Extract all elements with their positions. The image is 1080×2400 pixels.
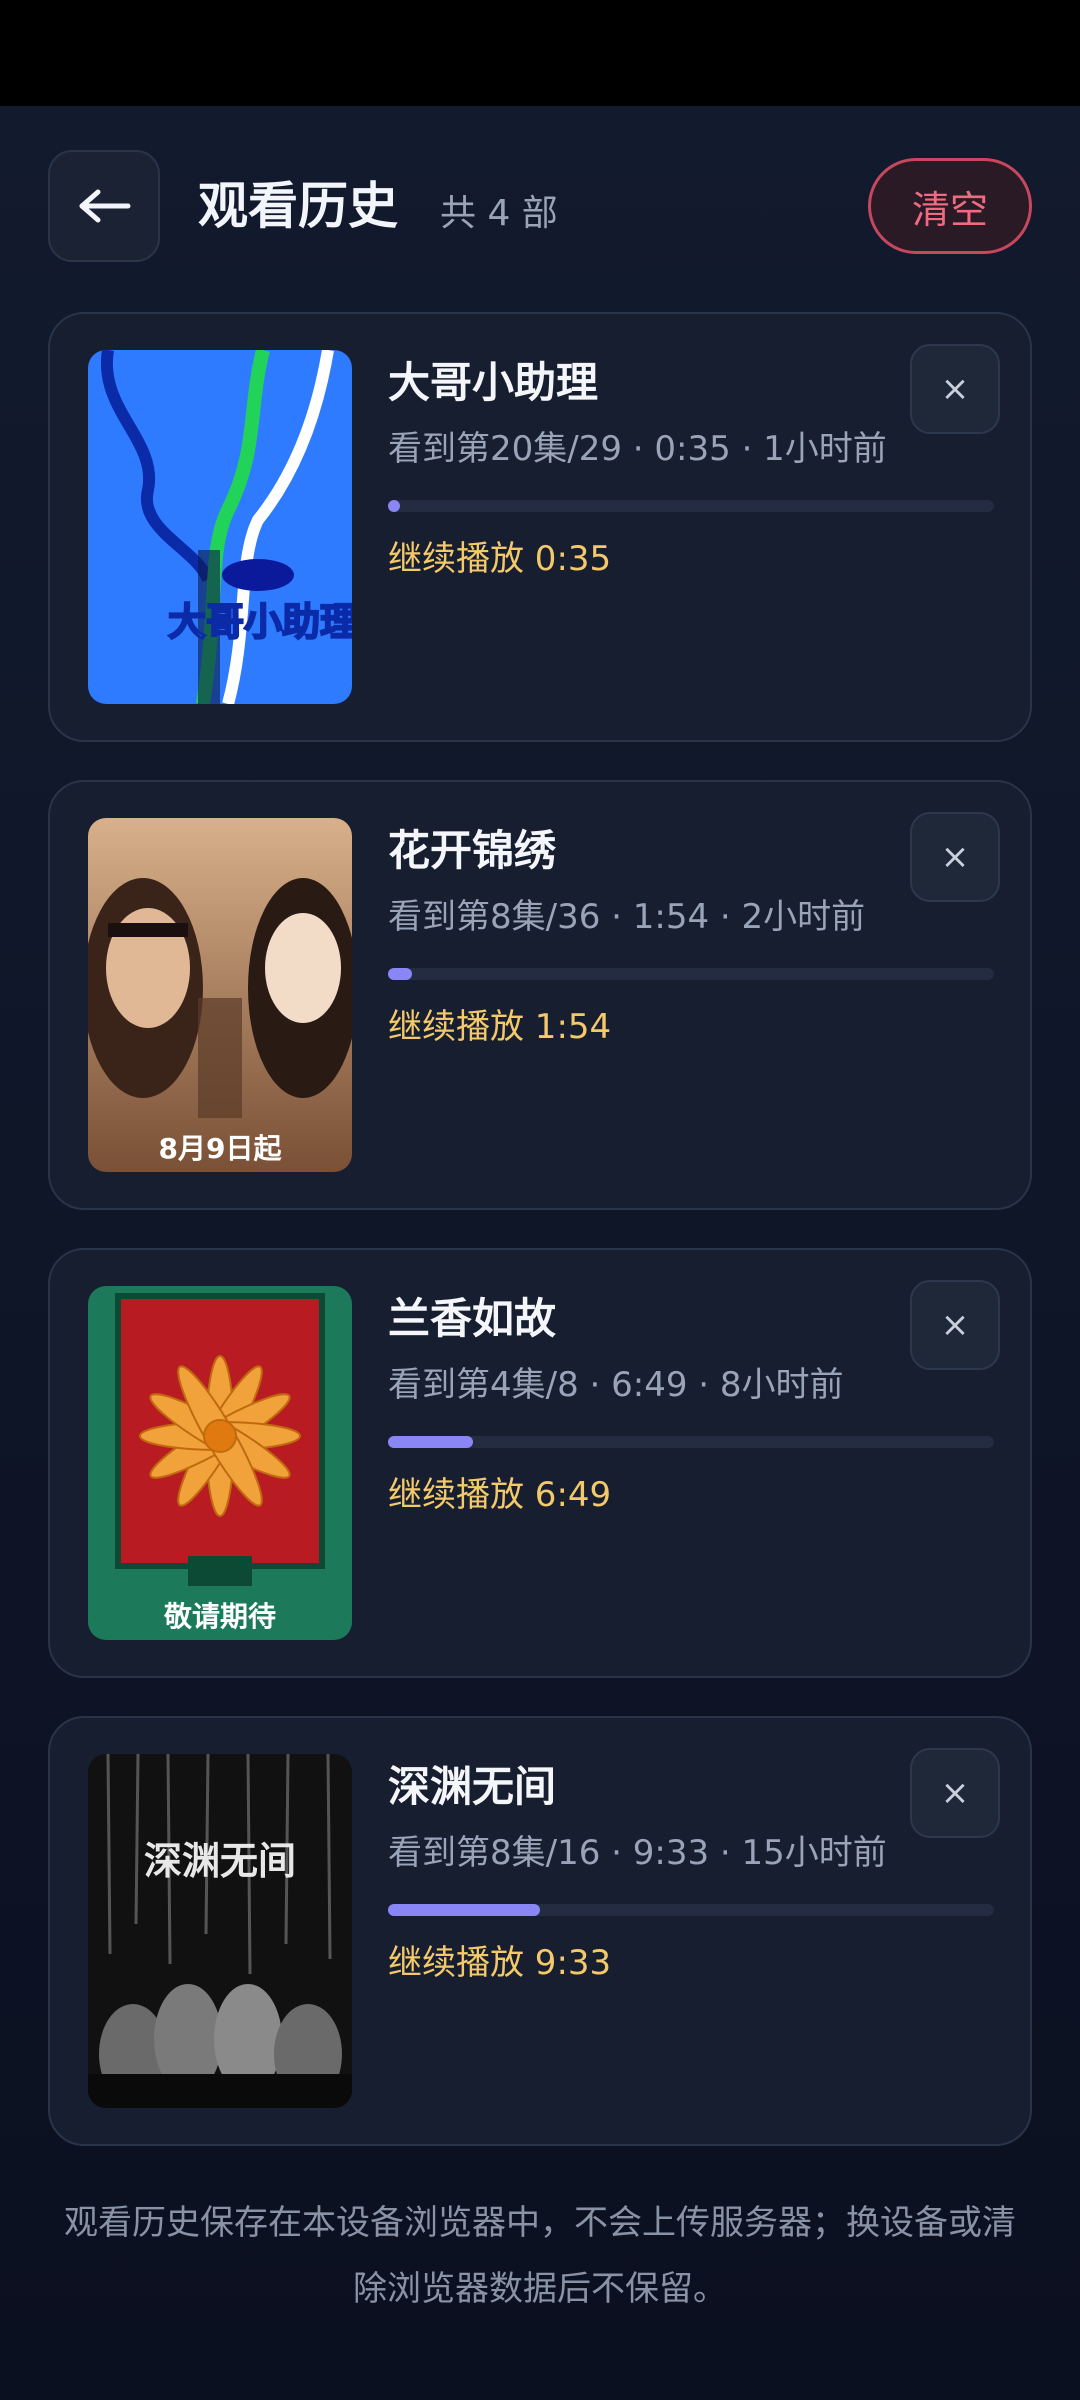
watch-meta: 看到第4集/8 · 6:49 · 8小时前 [388, 1365, 844, 1405]
poster-text: 敬请期待 [163, 1600, 276, 1633]
poster-text: 深渊无间 [144, 1838, 296, 1883]
close-icon: × [940, 1305, 970, 1345]
clear-button[interactable]: 清空 [868, 158, 1032, 254]
poster-text: 大哥小助理 [168, 600, 352, 644]
history-card[interactable]: 深渊无间 深渊无间 看到第8集/16 · 9:33 · 15小时前 继续播放 9… [48, 1716, 1032, 2146]
poster-image[interactable]: 8月9日起 [88, 818, 352, 1172]
poster-image[interactable]: 深渊无间 [88, 1754, 352, 2108]
close-icon: × [940, 369, 970, 409]
progress-bar [388, 1436, 994, 1448]
resume-link[interactable]: 继续播放 6:49 [388, 1472, 611, 1518]
resume-link[interactable]: 继续播放 0:35 [388, 536, 611, 582]
show-title: 兰香如故 [388, 1294, 557, 1343]
page-title: 观看历史 [198, 177, 398, 235]
progress-bar [388, 500, 994, 512]
poster-text: 8月9日起 [159, 1132, 283, 1165]
show-title: 花开锦绣 [388, 826, 557, 875]
remove-button[interactable]: × [910, 1280, 1000, 1370]
arrow-left-icon [79, 189, 131, 223]
watch-meta: 看到第20集/29 · 0:35 · 1小时前 [388, 429, 887, 469]
status-bar [0, 0, 1080, 106]
progress-fill [388, 500, 401, 512]
progress-bar [388, 968, 994, 980]
progress-fill [388, 1436, 473, 1448]
watch-meta: 看到第8集/16 · 9:33 · 15小时前 [388, 1833, 887, 1873]
show-title: 深渊无间 [388, 1762, 557, 1811]
poster-image[interactable]: 敬请期待 [88, 1286, 352, 1640]
progress-bar [388, 1904, 994, 1916]
header: 观看历史 共 4 部 清空 [48, 150, 1032, 262]
show-title: 大哥小助理 [388, 358, 599, 407]
remove-button[interactable]: × [910, 1748, 1000, 1838]
history-card[interactable]: 大哥小助理 大哥小助理 看到第20集/29 · 0:35 · 1小时前 继续播放… [48, 312, 1032, 742]
resume-link[interactable]: 继续播放 9:33 [388, 1940, 611, 1986]
progress-fill [388, 1904, 540, 1916]
history-count: 共 4 部 [440, 193, 558, 234]
remove-button[interactable]: × [910, 812, 1000, 902]
close-icon: × [940, 1773, 970, 1813]
progress-fill [388, 968, 413, 980]
resume-link[interactable]: 继续播放 1:54 [388, 1004, 611, 1050]
close-icon: × [940, 837, 970, 877]
remove-button[interactable]: × [910, 344, 1000, 434]
poster-image[interactable]: 大哥小助理 [88, 350, 352, 704]
watch-meta: 看到第8集/36 · 1:54 · 2小时前 [388, 897, 866, 937]
footer-note: 观看历史保存在本设备浏览器中，不会上传服务器；换设备或清除浏览器数据后不保留。 [64, 2203, 1016, 2309]
history-card[interactable]: 8月9日起 花开锦绣 看到第8集/36 · 1:54 · 2小时前 继续播放 1… [48, 780, 1032, 1210]
back-button[interactable] [48, 150, 160, 262]
history-card[interactable]: 敬请期待 兰香如故 看到第4集/8 · 6:49 · 8小时前 继续播放 6:4… [48, 1248, 1032, 1678]
